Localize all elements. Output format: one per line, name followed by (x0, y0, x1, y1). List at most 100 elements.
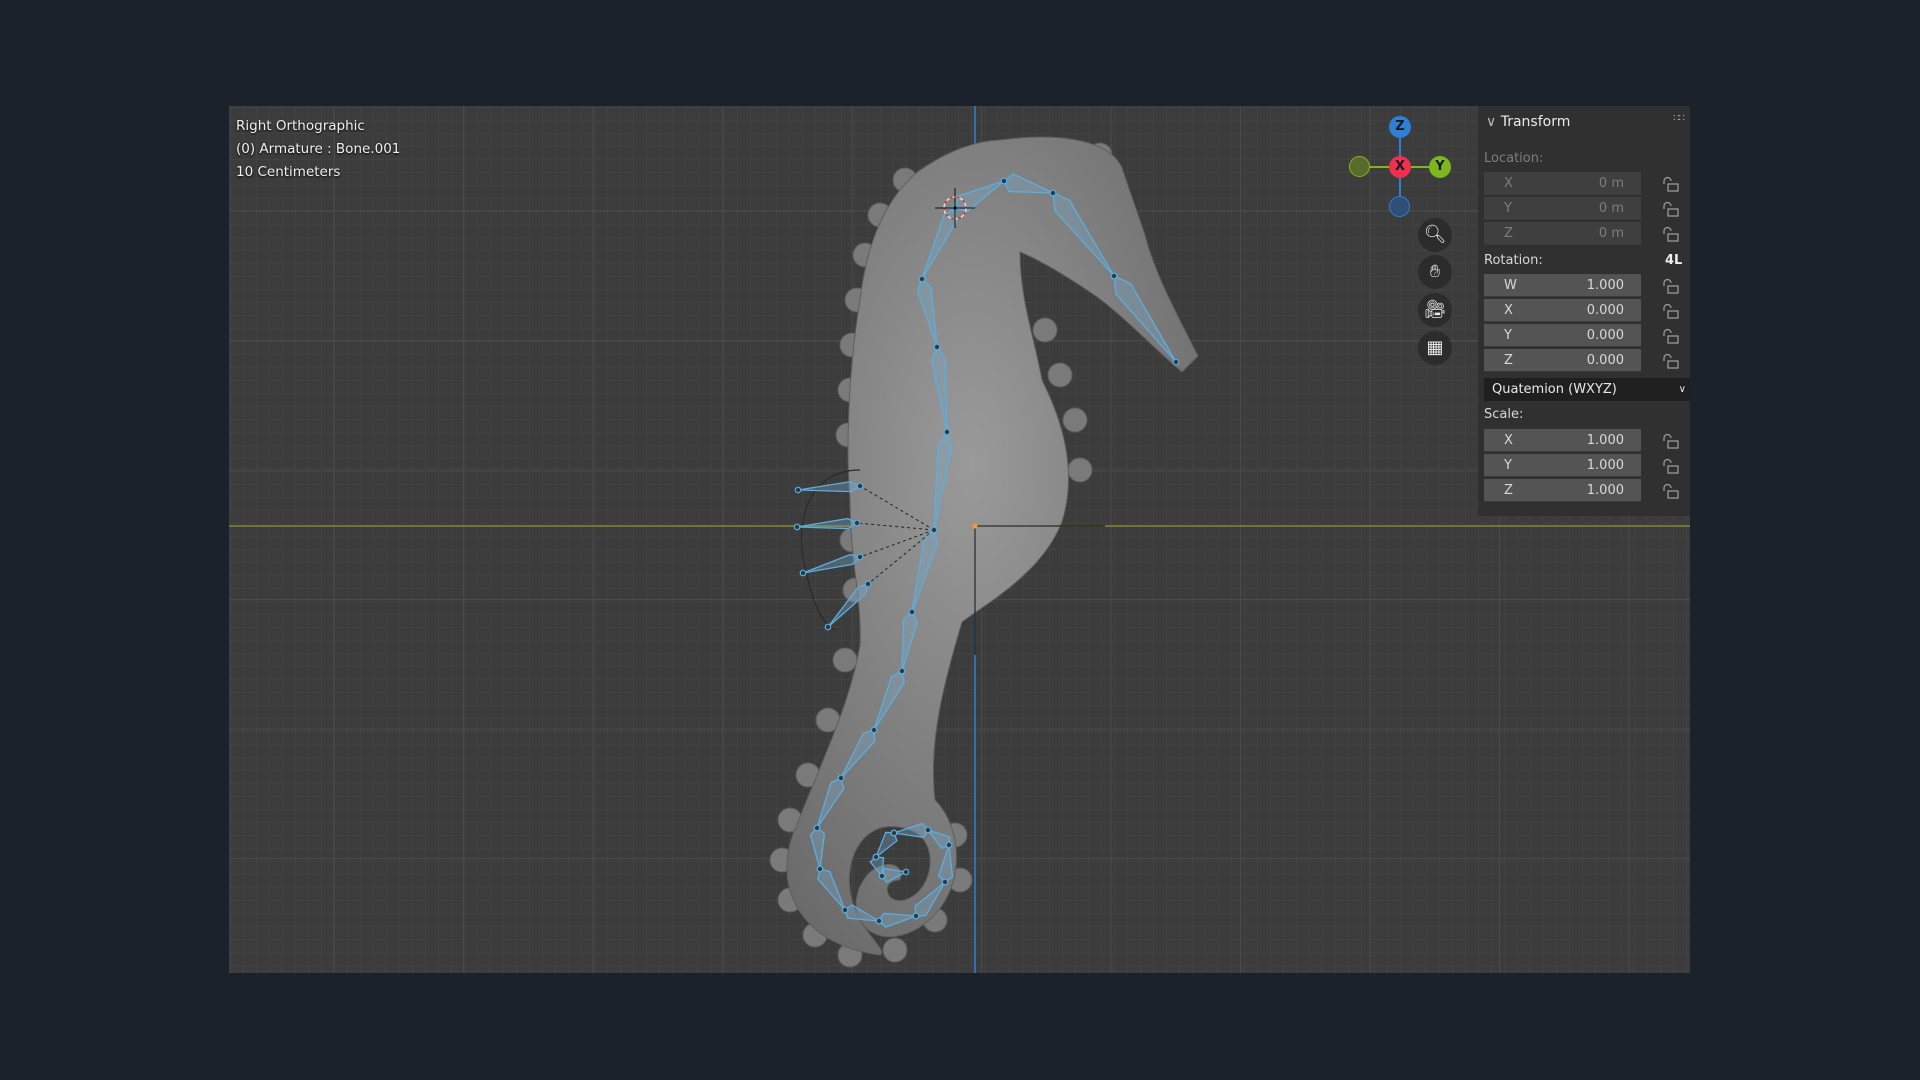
gizmo-y[interactable]: Y (1429, 156, 1451, 178)
axis-label: X (1504, 432, 1513, 448)
field-value: 0.000 (1586, 302, 1624, 318)
field-value: 0 m (1598, 200, 1624, 216)
bone-joint (1000, 177, 1008, 185)
unlock-icon[interactable] (1661, 483, 1681, 499)
unlock-icon[interactable] (1661, 176, 1681, 192)
location-x-field[interactable]: X 0 m (1484, 172, 1641, 195)
chevron-down-icon: ∨ (1486, 114, 1497, 130)
unlock-icon[interactable] (1661, 201, 1681, 217)
axis-label: Z (1504, 225, 1513, 241)
scale-z-field[interactable]: Z 1.000 (1484, 479, 1641, 502)
bone-joint (941, 878, 949, 886)
bone-joint (1172, 358, 1180, 366)
axis-label: Y (1504, 200, 1512, 216)
transform-header[interactable]: ∨ Transform (1486, 114, 1570, 130)
bone-joint (930, 526, 938, 534)
field-value: 1.000 (1586, 432, 1624, 448)
chevron-down-icon: ∨ (1678, 384, 1686, 395)
active-object-label: (0) Armature : Bone.001 (236, 141, 401, 157)
bone-joint (945, 841, 953, 849)
field-value: 1.000 (1586, 482, 1624, 498)
axis-label: X (1504, 302, 1513, 318)
bone-joint (1049, 189, 1057, 197)
location-z-field[interactable]: Z 0 m (1484, 222, 1641, 245)
bone-joint (902, 868, 910, 876)
bone-joint (898, 667, 906, 675)
bone-joint (908, 608, 916, 616)
object-origin (972, 523, 978, 529)
navigation-gizmo[interactable]: Z Y X (1349, 116, 1459, 226)
gizmo-neg-y[interactable] (1349, 156, 1370, 177)
axis-label: X (1504, 175, 1513, 191)
scale-x-field[interactable]: X 1.000 (1484, 429, 1641, 452)
transform-panel: ∨ Transform ∷∷ Location: X 0 m Y 0 m Z 0 m Ro… (1478, 106, 1690, 516)
bone-joint (924, 826, 932, 834)
unlock-icon[interactable] (1661, 328, 1681, 344)
spike (1067, 457, 1093, 483)
unlock-icon[interactable] (1661, 353, 1681, 369)
unlock-icon[interactable] (1661, 433, 1681, 449)
bone-joint (912, 912, 920, 920)
unlock-icon[interactable] (1661, 278, 1681, 294)
bone-joint (856, 553, 864, 561)
location-y-field[interactable]: Y 0 m (1484, 197, 1641, 220)
axis-label: Z (1504, 482, 1513, 498)
gizmo-z[interactable]: Z (1389, 116, 1411, 138)
spike (1062, 407, 1088, 433)
bone-joint (794, 486, 802, 494)
zoom-icon: 🔍︎ (1423, 224, 1447, 245)
gizmo-x[interactable]: X (1389, 156, 1411, 178)
camera-icon: 🎥︎ (1423, 299, 1447, 320)
perspective-toggle-button[interactable]: ▦ (1418, 331, 1452, 365)
scale-label: Scale: (1484, 407, 1524, 422)
bone (796, 517, 859, 530)
bone-joint (875, 917, 883, 925)
bone-joint (824, 623, 832, 631)
rotation-mode-select[interactable]: Quatemion (WXYZ) ∨ (1484, 378, 1690, 401)
field-value: 0.000 (1586, 327, 1624, 343)
field-value: 1.000 (1586, 277, 1624, 293)
bone-joint (878, 872, 886, 880)
field-value: 0 m (1598, 225, 1624, 241)
view-name-label: Right Orthographic (236, 118, 365, 134)
grid-icon: ▦ (1426, 337, 1444, 358)
axis-label: Y (1504, 327, 1512, 343)
unlock-icon[interactable] (1661, 226, 1681, 242)
zoom-button[interactable]: 🔍︎ (1418, 218, 1452, 252)
bone-joint (918, 275, 926, 283)
spike (1032, 317, 1058, 343)
unlock-icon[interactable] (1661, 303, 1681, 319)
bone (802, 553, 862, 574)
bone-joint (870, 726, 878, 734)
hand-pan-icon: ✋︎ (1429, 261, 1441, 282)
rotation-w-field[interactable]: W 1.000 (1484, 274, 1641, 297)
rotation-x-field[interactable]: X 0.000 (1484, 299, 1641, 322)
3d-viewport[interactable]: Right Orthographic (0) Armature : Bone.0… (229, 106, 1690, 973)
bone-joint (890, 829, 898, 837)
grid-scale-label: 10 Centimeters (236, 164, 341, 180)
gizmo-neg-z[interactable] (1389, 196, 1410, 217)
spike (832, 647, 858, 673)
scale-y-field[interactable]: Y 1.000 (1484, 454, 1641, 477)
rotation-lock-mode[interactable]: 4L (1665, 253, 1682, 268)
bone-joint (837, 774, 845, 782)
bone-joint (841, 906, 849, 914)
bone-joint (872, 853, 880, 861)
bone-joint (933, 343, 941, 351)
location-label: Location: (1484, 151, 1544, 166)
unlock-icon[interactable] (1661, 458, 1681, 474)
spike (1047, 362, 1073, 388)
axis-label: W (1504, 277, 1517, 293)
drag-handle-icon[interactable]: ∷∷ (1673, 113, 1685, 124)
bone-joint (864, 580, 872, 588)
spike (882, 937, 908, 963)
rotation-y-field[interactable]: Y 0.000 (1484, 324, 1641, 347)
rotation-z-field[interactable]: Z 0.000 (1484, 349, 1641, 372)
bone-joint (793, 523, 801, 531)
scene-canvas[interactable] (229, 106, 1690, 973)
axis-label: Y (1504, 457, 1512, 473)
camera-view-button[interactable]: 🎥︎ (1418, 293, 1452, 327)
field-value: 0 m (1598, 175, 1624, 191)
pan-button[interactable]: ✋︎ (1418, 255, 1452, 289)
bone-joint (1110, 272, 1118, 280)
